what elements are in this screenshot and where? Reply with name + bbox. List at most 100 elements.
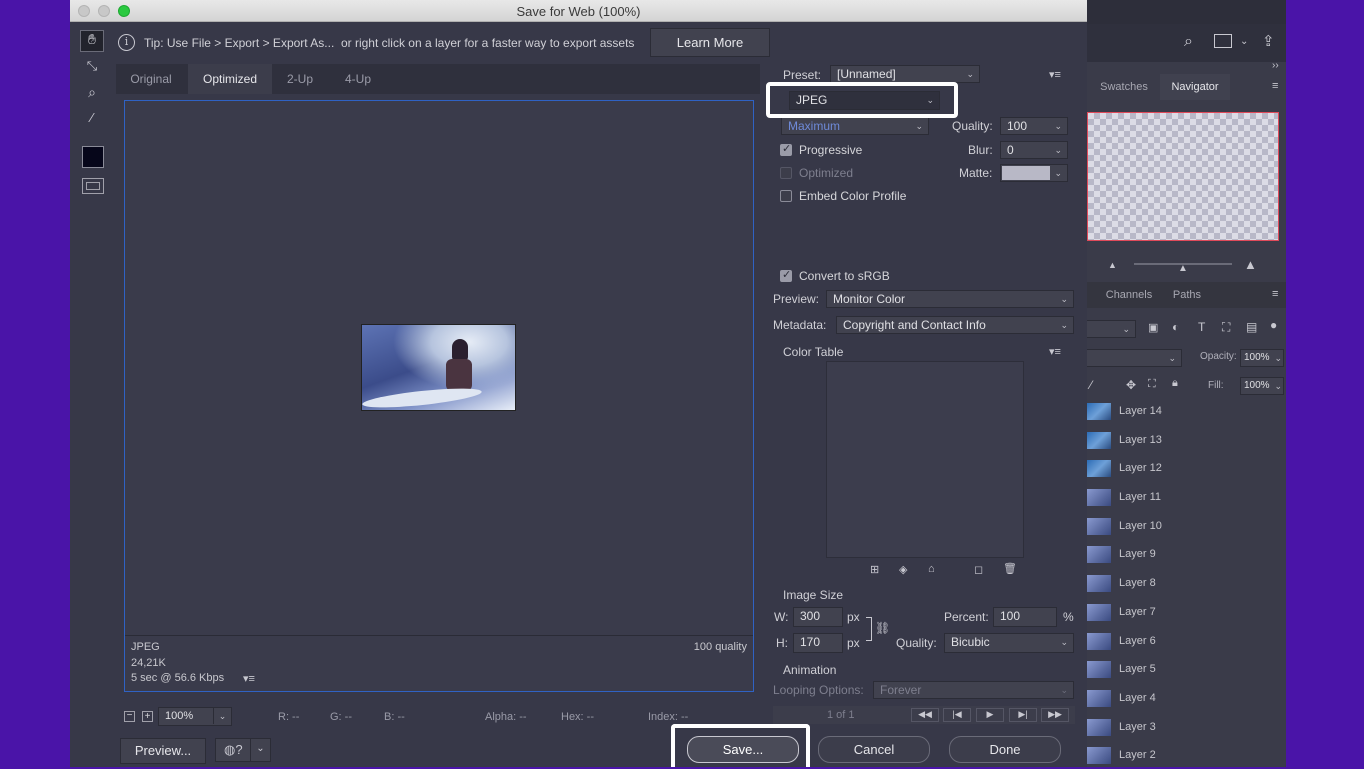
zoom-select[interactable]: 100% ⌄ (158, 707, 232, 726)
looping-options-select[interactable]: Forever ⌄ (873, 681, 1074, 699)
list-item[interactable]: Layer 7 (1087, 598, 1273, 626)
workspace-icon[interactable] (1214, 34, 1232, 48)
zoom-in-button[interactable]: + (142, 711, 153, 722)
lock-all-icon[interactable]: 🔒︎ (1172, 377, 1178, 390)
first-frame-icon[interactable]: ◀◀ (911, 708, 939, 722)
preview-area[interactable]: JPEG 24,21K 5 sec @ 56.6 Kbps ▾≡ 100 qua… (124, 100, 754, 692)
optimized-checkbox[interactable] (780, 167, 792, 179)
preview-label: Preview: (773, 292, 820, 306)
convert-srgb-checkbox[interactable] (780, 268, 792, 282)
layer-thumbnail (1087, 604, 1111, 621)
artboard-lock-icon[interactable]: ⛶ (1148, 378, 1156, 391)
last-frame-icon[interactable]: ▶▶ (1041, 708, 1069, 722)
tab-channels[interactable]: Channels (1100, 282, 1158, 308)
zoom-in-icon[interactable]: ▲ (1244, 257, 1257, 272)
list-item[interactable]: Layer 12 (1087, 454, 1273, 482)
opacity-field[interactable]: 100% ⌄ (1240, 349, 1284, 367)
optimize-menu-icon[interactable]: ▾≡ (1049, 68, 1061, 81)
tab-2-up[interactable]: 2-Up (272, 64, 328, 94)
list-item[interactable]: Layer 11 (1087, 483, 1273, 511)
matte-select[interactable]: ⌄ (1000, 164, 1068, 182)
tab-swatches[interactable]: Swatches (1092, 74, 1156, 100)
tab-optimized[interactable]: Optimized (188, 64, 272, 94)
list-item[interactable]: Layer 2 (1087, 741, 1273, 769)
image-filter-icon[interactable]: ▣ (1148, 321, 1158, 334)
list-item[interactable]: Layer 5 (1087, 655, 1273, 683)
list-item[interactable]: Layer 13 (1087, 426, 1273, 454)
chevron-down-icon[interactable]: ⌄ (1240, 36, 1248, 47)
quality-value: 100 (1007, 119, 1028, 133)
type-filter-icon[interactable]: T (1198, 320, 1205, 334)
resample-quality-select[interactable]: Bicubic ⌄ (944, 633, 1074, 653)
done-button[interactable]: Done (949, 736, 1061, 763)
lock-position-icon[interactable]: ✥ (1126, 378, 1136, 392)
lock-color-icon[interactable]: ⌂ (928, 563, 935, 575)
layer-name: Layer 7 (1119, 606, 1156, 618)
toggle-slices-icon[interactable] (82, 178, 104, 194)
layer-thumbnail (1087, 719, 1111, 736)
list-item[interactable]: Layer 9 (1087, 540, 1273, 568)
smart-object-filter-icon[interactable]: ▤ (1246, 320, 1257, 334)
tab-navigator[interactable]: Navigator (1160, 74, 1230, 100)
browser-select[interactable]: ◍? ⌄ (215, 738, 271, 762)
quality-field[interactable]: 100 ⌄ (1000, 117, 1068, 135)
status-bar: − + 100% ⌄ R: -- G: -- B: -- Alpha: -- He… (116, 706, 760, 726)
list-item[interactable]: Layer 6 (1087, 627, 1273, 655)
play-icon[interactable]: ▶ (976, 708, 1004, 722)
tab-paths[interactable]: Paths (1164, 282, 1210, 308)
blur-field[interactable]: 0 ⌄ (1000, 141, 1068, 159)
learn-more-button[interactable]: Learn More (650, 28, 770, 57)
share-icon[interactable]: ⇪ (1262, 32, 1275, 50)
panel-menu-icon[interactable]: ≡ (1272, 80, 1278, 92)
zoom-out-button[interactable]: − (124, 711, 135, 722)
map-transparency-icon[interactable]: ⊞ (870, 563, 879, 576)
fill-field[interactable]: 100% ⌄ (1240, 377, 1284, 395)
embed-color-profile-checkbox[interactable] (780, 190, 792, 202)
adjustment-filter-icon[interactable]: ◐ (1172, 320, 1179, 334)
color-table-menu-icon[interactable]: ▾≡ (1049, 345, 1061, 358)
search-icon[interactable]: ⌕ (1184, 33, 1193, 51)
height-field[interactable]: 170 (793, 633, 843, 653)
preview-button[interactable]: Preview... (120, 738, 206, 764)
panel-menu-icon[interactable]: ≡ (1272, 288, 1278, 300)
navigator-preview[interactable] (1087, 112, 1279, 241)
hand-tool-icon[interactable]: ✋︎ (80, 30, 104, 52)
next-frame-icon[interactable]: ▶| (1009, 708, 1037, 722)
filter-toggle-icon[interactable]: ● (1270, 318, 1277, 332)
link-chain-icon[interactable]: ⛓︎ (875, 621, 890, 635)
layer-thumbnail (1087, 432, 1111, 449)
tab-original[interactable]: Original (116, 64, 186, 94)
cancel-button[interactable]: Cancel (818, 736, 930, 763)
title-bar: Save for Web (100%) (70, 0, 1087, 22)
metadata-select[interactable]: Copyright and Contact Info ⌄ (836, 316, 1074, 334)
preset-select[interactable]: [Unnamed] ⌄ (830, 65, 980, 83)
new-color-icon[interactable]: ◻ (974, 563, 983, 576)
zoom-tool-icon[interactable]: ⌕ (80, 84, 104, 101)
kind-filter-select[interactable]: ⌄ (1086, 320, 1136, 338)
previous-frame-icon[interactable]: |◀ (943, 708, 971, 722)
slice-select-tool-icon[interactable]: ⤡ (80, 58, 104, 74)
list-item[interactable]: Layer 8 (1087, 569, 1273, 597)
width-field[interactable]: 300 (793, 607, 843, 627)
compression-select[interactable]: Maximum ⌄ (781, 117, 929, 135)
progressive-checkbox[interactable] (780, 142, 792, 156)
list-item[interactable]: Layer 4 (1087, 684, 1273, 712)
delete-color-icon[interactable]: 🗑︎ (1003, 562, 1017, 575)
zoom-slider-handle[interactable]: ▲ (1178, 263, 1188, 274)
list-item[interactable]: Layer 3 (1087, 713, 1273, 741)
shape-filter-icon[interactable]: ⛶ (1222, 320, 1230, 335)
lock-pixels-icon[interactable]: ⁄ (1090, 378, 1092, 392)
list-item[interactable]: Layer 10 (1087, 512, 1273, 540)
tab-4-up[interactable]: 4-Up (330, 64, 386, 94)
list-item[interactable]: Layer 14 (1087, 397, 1273, 425)
color-table[interactable] (826, 361, 1024, 558)
zoom-out-icon[interactable]: ▲ (1108, 260, 1117, 270)
web-shift-icon[interactable]: ◈ (899, 563, 907, 576)
percent-field[interactable]: 100 (993, 607, 1057, 627)
eyedropper-color-swatch[interactable] (82, 146, 104, 168)
download-speed-menu-icon[interactable]: ▾≡ (243, 672, 255, 685)
eyedropper-tool-icon[interactable]: ⁄ (80, 110, 104, 125)
collapse-icon[interactable]: ›› (1272, 60, 1279, 71)
preview-color-select[interactable]: Monitor Color ⌄ (826, 290, 1074, 308)
blend-mode-select[interactable]: ⌄ (1086, 349, 1182, 367)
